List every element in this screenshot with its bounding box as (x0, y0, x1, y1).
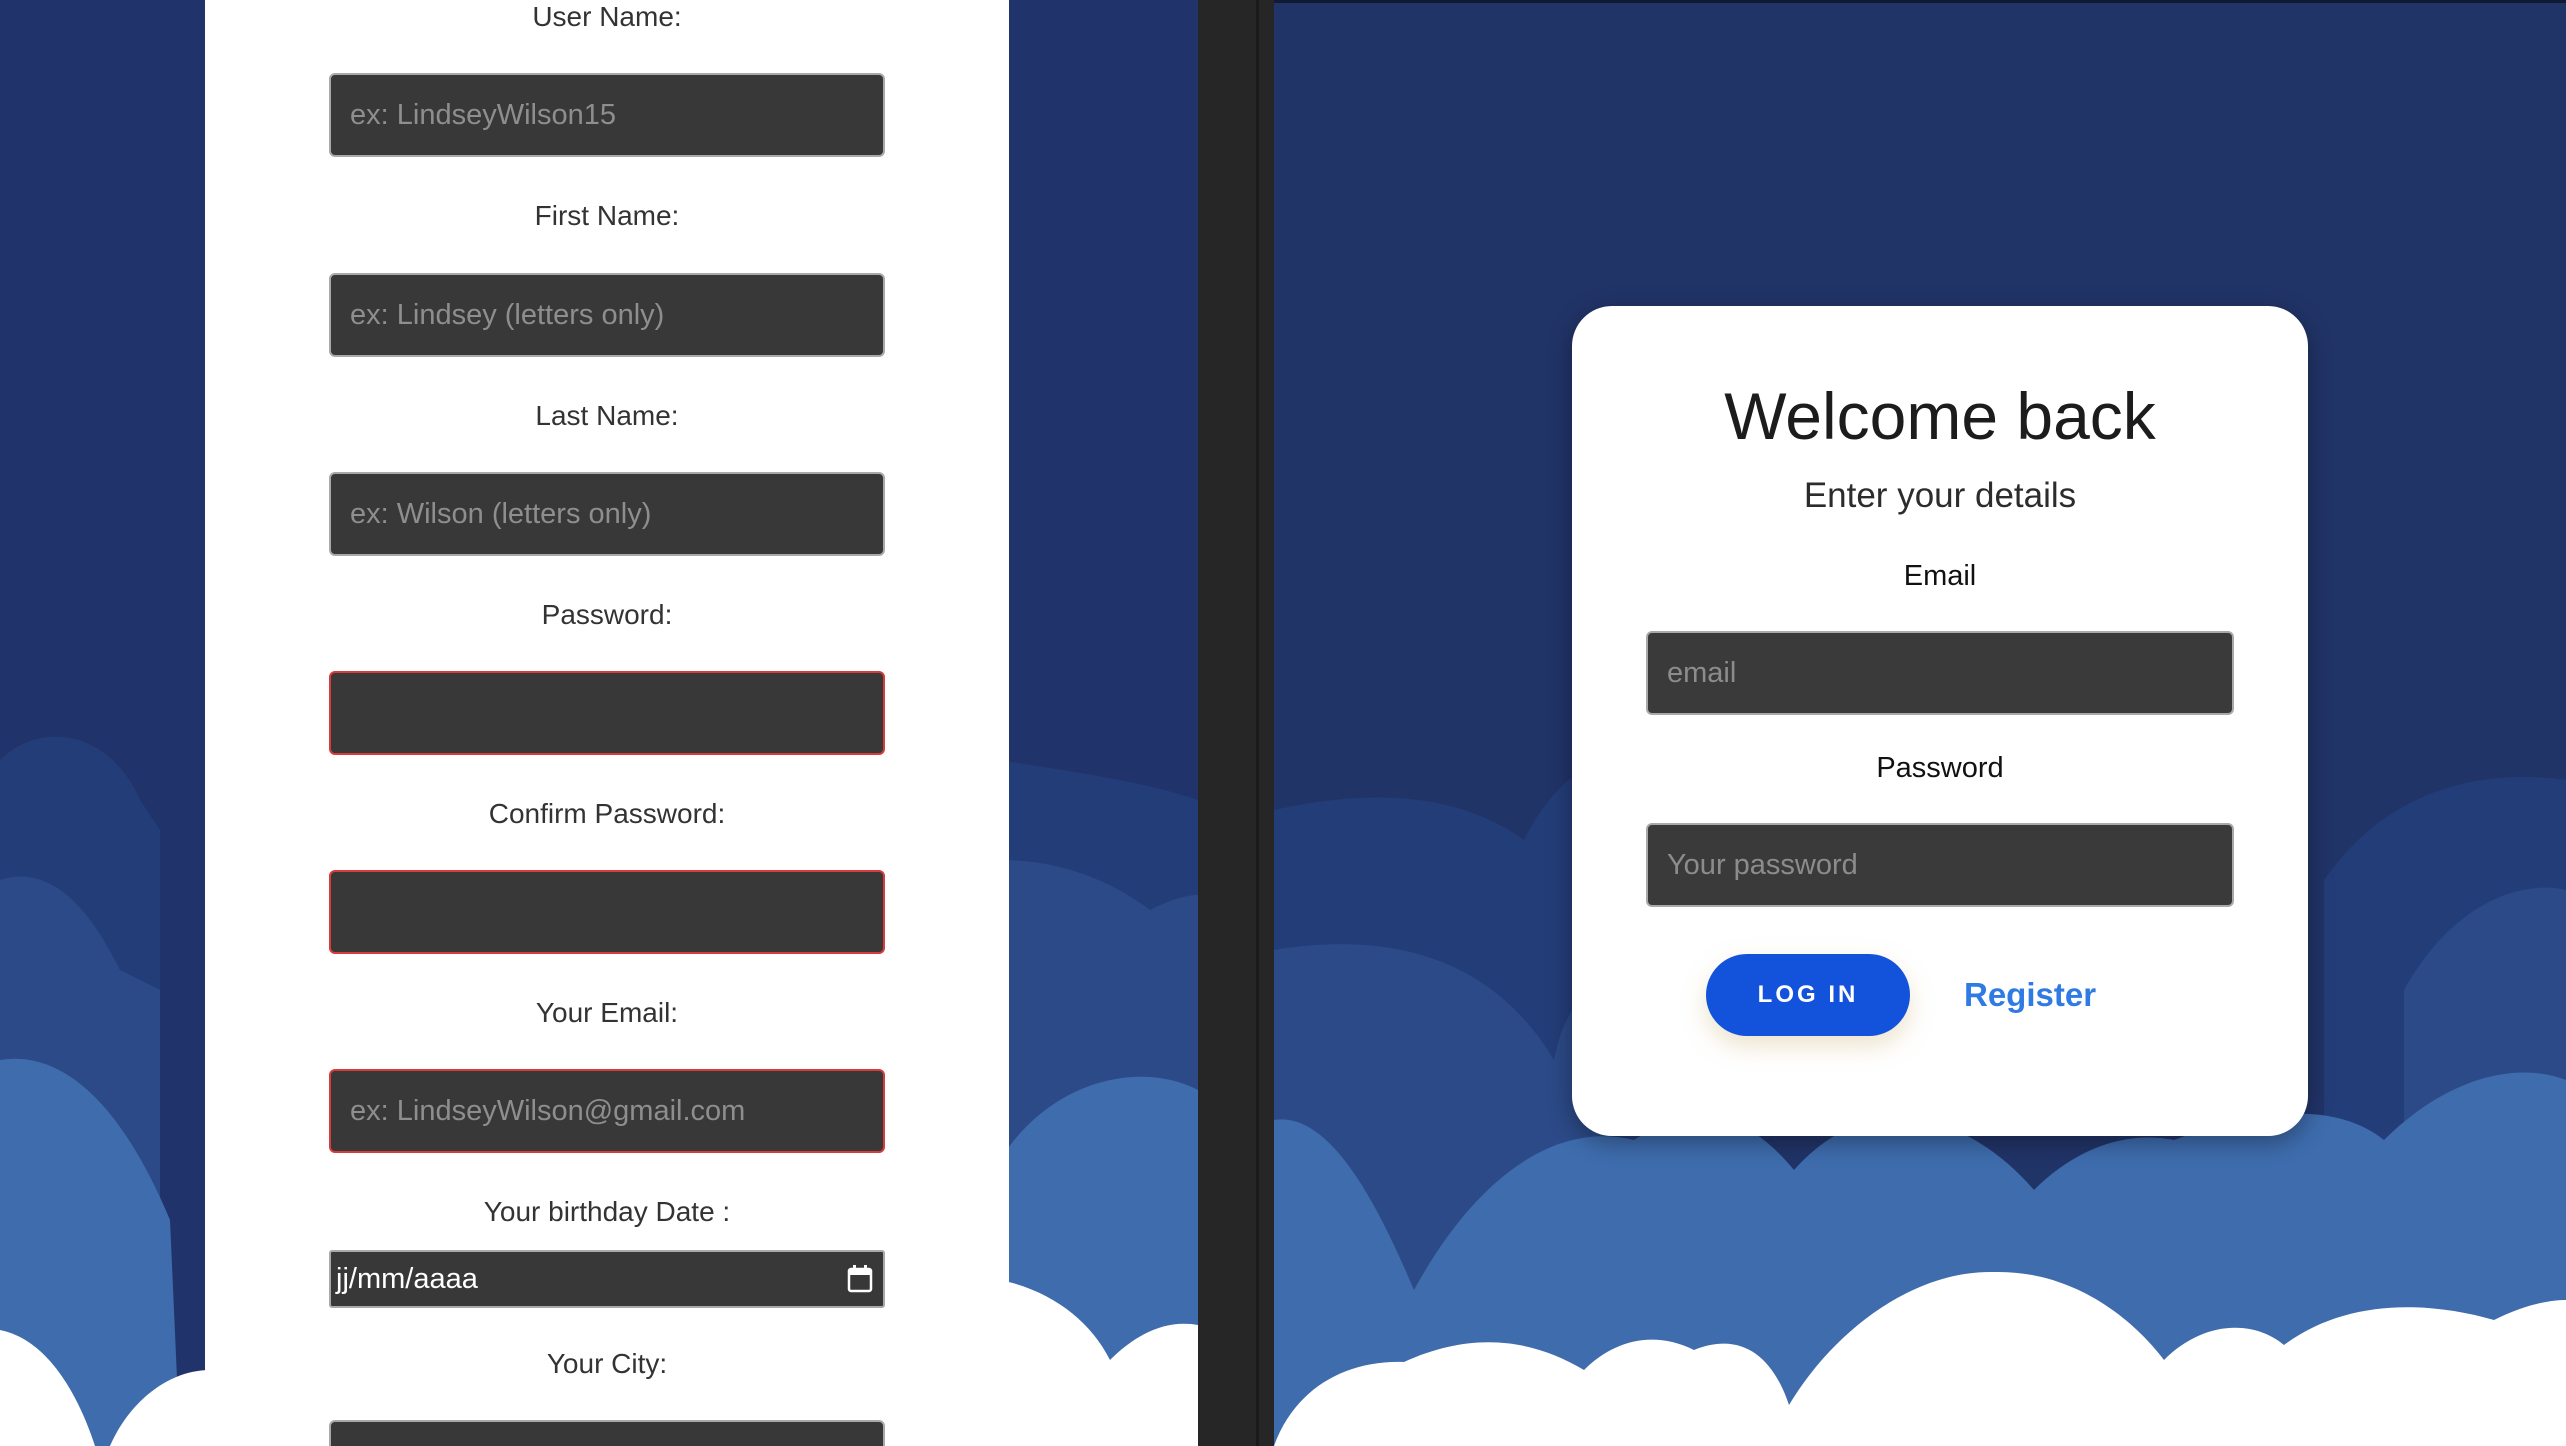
last-name-label: Last Name: (535, 400, 679, 431)
email-input[interactable]: ex: LindseyWilson@gmail.com (329, 1069, 885, 1153)
divider-seam (1256, 0, 1259, 1446)
calendar-icon[interactable] (847, 1265, 873, 1301)
username-input[interactable]: ex: LindseyWilson15 (329, 73, 885, 157)
email-label: Your Email: (535, 997, 679, 1028)
username-label: User Name: (532, 1, 682, 32)
email-field[interactable]: email (1646, 631, 2234, 715)
login-card: Welcome back Enter your details Email em… (1572, 306, 2308, 1136)
login-button[interactable]: LOG IN (1706, 954, 1910, 1036)
register-page: User Name: ex: LindseyWilson15 First Nam… (0, 0, 1198, 1446)
city-input[interactable] (329, 1420, 885, 1446)
confirm-password-label: Confirm Password: (488, 798, 726, 829)
last-name-input[interactable]: ex: Wilson (letters only) (329, 472, 885, 556)
first-name-input[interactable]: ex: Lindsey (letters only) (329, 273, 885, 357)
password-input[interactable] (329, 671, 885, 755)
email-field-label: Email (1903, 560, 1977, 592)
password-field[interactable]: Your password (1646, 823, 2234, 907)
window-divider (1198, 0, 1274, 1446)
birthday-date-input[interactable]: jj/mm/aaaa (329, 1250, 885, 1308)
login-title: Welcome back (1724, 379, 2156, 453)
password-label: Password: (541, 599, 673, 630)
city-label: Your City: (546, 1348, 668, 1379)
password-field-label: Password (1876, 752, 2004, 784)
login-subtitle: Enter your details (1803, 476, 2077, 515)
first-name-label: First Name: (534, 200, 680, 231)
registration-form: User Name: ex: LindseyWilson15 First Nam… (205, 0, 1009, 1446)
register-link[interactable]: Register (1964, 970, 2096, 1020)
confirm-password-input[interactable] (329, 870, 885, 954)
birthday-label: Your birthday Date : (483, 1196, 731, 1227)
birthday-date-value: jj/mm/aaaa (336, 1262, 478, 1295)
